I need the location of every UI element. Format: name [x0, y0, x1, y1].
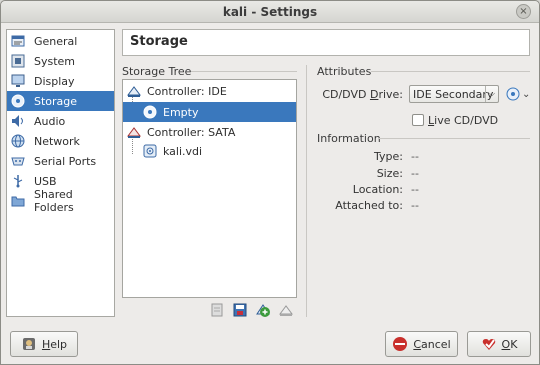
ok-icon — [481, 336, 497, 352]
tree-item-empty-drive[interactable]: Empty — [123, 102, 296, 122]
cd-dvd-drive-label: CD/DVD Drive: — [322, 88, 403, 101]
hard-disk-icon — [143, 144, 157, 158]
help-icon — [21, 336, 37, 352]
tree-item-kali-vdi[interactable]: kali.vdi — [123, 141, 296, 161]
cd-dvd-drive-select[interactable]: IDE Secondary ⌵ — [409, 85, 499, 103]
information-label: Information — [317, 132, 381, 145]
sidebar-item-label: System — [34, 54, 76, 68]
sidebar-item-network[interactable]: Network — [7, 131, 114, 151]
chevron-down-icon: ⌄ — [522, 88, 531, 100]
attributes-label: Attributes — [317, 65, 372, 78]
tree-item-label: Empty — [163, 105, 199, 119]
live-cd-dvd-checkbox[interactable] — [412, 114, 424, 126]
info-type-label: Type: — [374, 150, 403, 163]
divider — [379, 138, 530, 139]
tree-item-label: Controller: IDE — [147, 84, 227, 98]
info-location-value: -- — [411, 183, 419, 196]
page-title: Storage — [130, 34, 188, 49]
sidebar-item-label: Shared Folders — [34, 188, 74, 214]
info-attached-to-label: Attached to: — [335, 199, 403, 212]
sidebar-item-system[interactable]: System — [7, 51, 114, 71]
cd-dvd-icon — [506, 87, 520, 101]
sidebar-item-serial-ports[interactable]: Serial Ports — [7, 151, 114, 171]
chevron-down-icon: ⌵ — [485, 86, 498, 102]
sidebar-item-label: USB — [34, 174, 57, 188]
remove-controller-icon[interactable] — [209, 302, 225, 318]
sidebar-item-label: General — [34, 34, 78, 48]
tree-item-controller-sata[interactable]: Controller: SATA — [123, 122, 296, 142]
sidebar-item-storage[interactable]: Storage — [7, 91, 114, 111]
usb-icon — [11, 174, 25, 188]
sidebar-item-label: Audio — [34, 114, 66, 128]
sidebar-item-label: Storage — [34, 94, 78, 108]
live-cd-dvd-label[interactable]: Live CD/DVD — [428, 114, 498, 127]
controller-sata-icon — [127, 125, 141, 139]
info-type-value: -- — [411, 150, 419, 163]
sidebar-item-label: Serial Ports — [34, 154, 97, 168]
tree-item-controller-ide[interactable]: Controller: IDE — [123, 81, 296, 101]
help-button-label: Help — [41, 337, 68, 351]
page-header: Storage — [122, 29, 530, 56]
cancel-button-label: Cancel — [413, 337, 451, 351]
system-icon — [11, 54, 25, 68]
divider — [371, 71, 530, 72]
shared-folders-icon — [11, 194, 25, 208]
sidebar-item-label: Display — [34, 74, 75, 88]
help-button[interactable]: Help — [10, 331, 78, 357]
sidebar-item-audio[interactable]: Audio — [7, 111, 114, 131]
sidebar-item-general[interactable]: General — [7, 31, 114, 51]
divider — [191, 71, 297, 72]
ok-button[interactable]: OK — [467, 331, 531, 357]
audio-icon — [11, 114, 25, 128]
network-icon — [11, 134, 25, 148]
settings-window: kali - Settings × General System Display — [0, 0, 540, 365]
storage-tree[interactable]: Controller: IDE Empty Controller: SATA k… — [122, 79, 297, 298]
serial-ports-icon — [11, 154, 25, 168]
window-title: kali - Settings — [222, 5, 318, 19]
info-size-label: Size: — [376, 167, 403, 180]
info-location-label: Location: — [352, 183, 403, 196]
general-icon — [11, 34, 25, 48]
tree-item-label: Controller: SATA — [147, 125, 236, 139]
settings-sidebar: General System Display Storage Audio Net… — [6, 29, 115, 317]
storage-tree-label: Storage Tree — [122, 65, 192, 78]
info-attached-to-value: -- — [411, 199, 419, 212]
info-size-value: -- — [411, 167, 419, 180]
choose-disk-button[interactable]: ⌄ — [506, 86, 530, 102]
title-bar[interactable]: kali - Settings × — [1, 1, 539, 23]
sidebar-item-label: Network — [34, 134, 80, 148]
cd-dvd-icon — [143, 105, 157, 119]
cancel-button[interactable]: Cancel — [385, 331, 458, 357]
combo-value: IDE Secondary — [413, 88, 494, 101]
add-controller-icon[interactable] — [232, 302, 248, 318]
ok-button-label: OK — [501, 337, 518, 351]
cancel-icon — [392, 336, 408, 352]
display-icon — [11, 74, 25, 88]
sidebar-item-display[interactable]: Display — [7, 71, 114, 91]
sidebar-item-shared-folders[interactable]: Shared Folders — [7, 188, 114, 214]
add-attachment-icon[interactable] — [255, 302, 271, 318]
storage-icon — [11, 94, 25, 108]
controller-ide-icon — [127, 84, 141, 98]
window-close-button[interactable]: × — [516, 4, 531, 19]
tree-item-label: kali.vdi — [163, 144, 203, 158]
remove-attachment-icon[interactable] — [278, 302, 294, 318]
vertical-divider — [306, 65, 307, 317]
